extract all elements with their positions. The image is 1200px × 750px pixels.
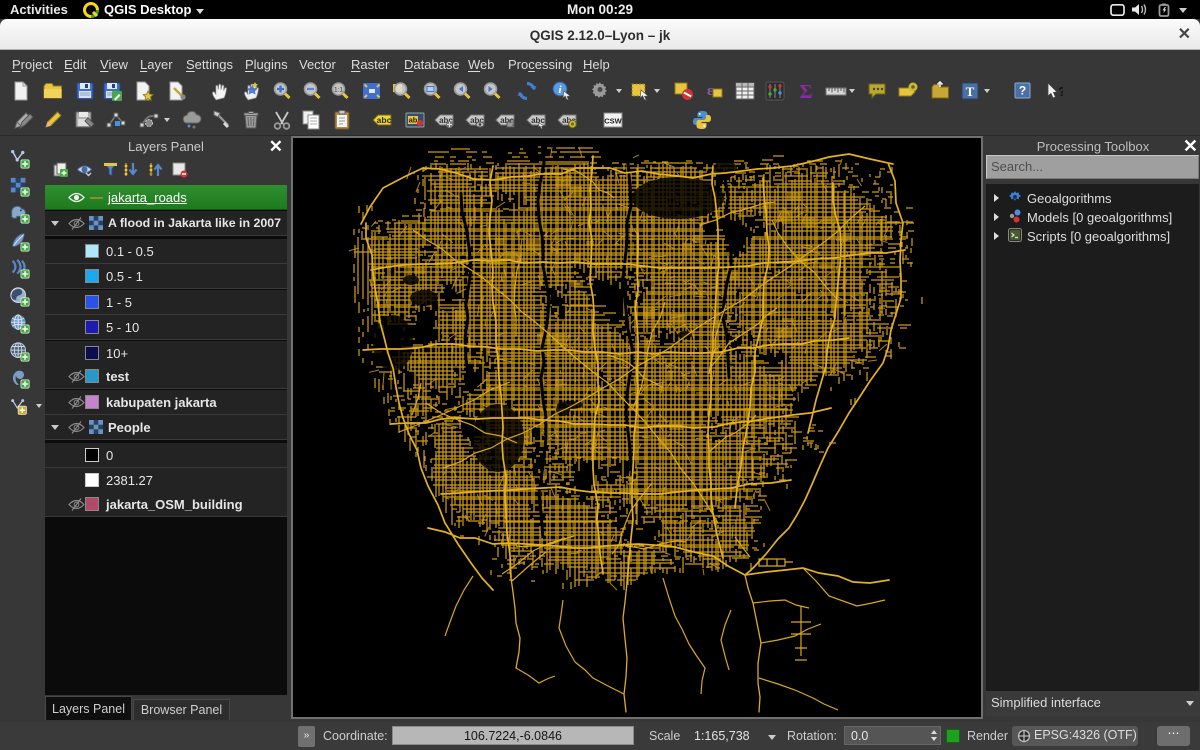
svg-text:Σ: Σ <box>799 81 812 102</box>
svg-text:?: ? <box>1058 84 1063 99</box>
svg-text:?: ? <box>1019 84 1026 98</box>
svg-text:1:1: 1:1 <box>334 87 343 94</box>
svg-text:CSW: CSW <box>604 117 622 126</box>
svg-text:abc: abc <box>531 116 545 125</box>
svg-text:T: T <box>966 84 975 99</box>
svg-text:ab: ab <box>409 116 418 125</box>
svg-text:abc: abc <box>377 115 392 125</box>
